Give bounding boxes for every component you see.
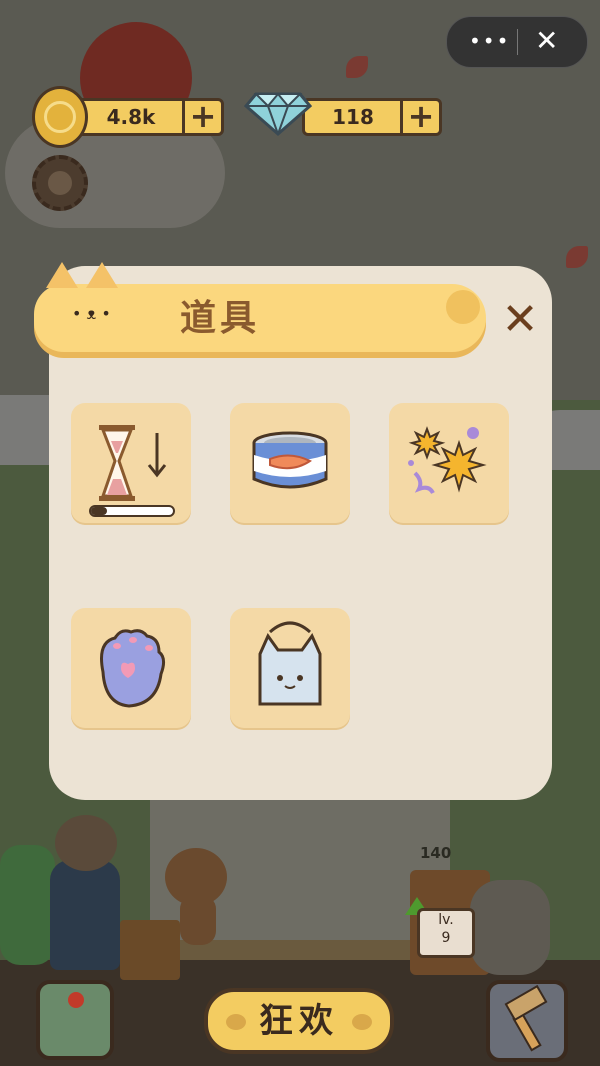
paw-print-icon (226, 1014, 246, 1030)
cat-ear (86, 262, 118, 288)
paw-glove-icon (100, 629, 166, 708)
dialog-close-button[interactable]: ✕ (496, 296, 544, 344)
banner-curl (446, 290, 480, 324)
firework-icon (408, 426, 487, 495)
fish-can-icon (252, 431, 328, 489)
party-button-label: 狂欢 (259, 1001, 339, 1041)
item-slot-cat-backpack[interactable] (230, 608, 350, 728)
paw-print-icon (352, 1014, 372, 1030)
dialog-title: 道具 (180, 298, 261, 339)
map-icon (68, 992, 84, 1008)
hammer-icon (504, 984, 548, 1052)
item-slot-firework[interactable] (389, 403, 509, 523)
hourglass-progress-fill (91, 507, 108, 515)
cat-face-icon: • ᴥ • (72, 304, 111, 323)
party-button[interactable]: 狂欢 (204, 988, 394, 1054)
cat-ear (46, 262, 78, 288)
cat-backpack-icon (258, 621, 322, 706)
map-button[interactable] (36, 980, 114, 1060)
item-slot-paw-glove[interactable] (71, 608, 191, 728)
item-slot-hourglass[interactable] (71, 403, 191, 523)
hammer-button[interactable] (486, 980, 568, 1062)
hourglass-progress-track (89, 505, 175, 517)
item-slot-fish-can[interactable] (230, 403, 350, 523)
